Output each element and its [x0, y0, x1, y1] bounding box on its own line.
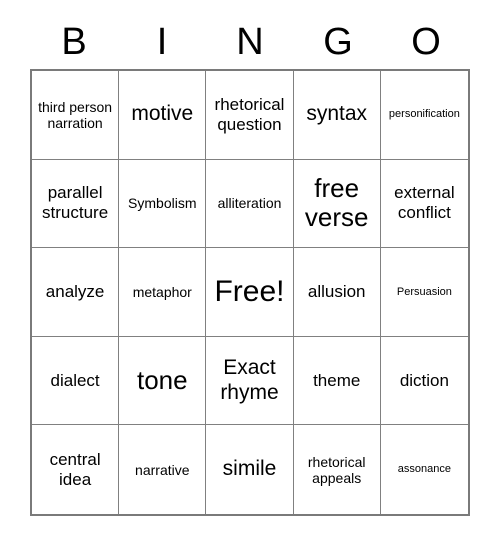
- bingo-cell[interactable]: third person narration: [32, 71, 120, 160]
- bingo-cell[interactable]: syntax: [293, 71, 381, 160]
- bingo-cell-label: external conflict: [394, 183, 455, 223]
- bingo-cell-label: theme: [313, 370, 361, 390]
- bingo-cell-label: personification: [388, 108, 460, 121]
- bingo-cell-label: Persuasion: [396, 285, 452, 298]
- bingo-cell[interactable]: motive: [119, 71, 207, 160]
- bingo-card: B I N G O third person narration motive …: [0, 0, 500, 544]
- bingo-cell-label: analyze: [45, 281, 105, 301]
- bingo-cell[interactable]: diction: [380, 336, 468, 426]
- bingo-cell-label: rhetorical question: [214, 94, 285, 134]
- bingo-cell-label: Free!: [214, 275, 285, 309]
- bingo-cell[interactable]: personification: [380, 71, 468, 160]
- bingo-cell[interactable]: allusion: [293, 248, 381, 337]
- bingo-cell-label: simile: [222, 457, 277, 481]
- bingo-cell-label: assonance: [397, 463, 451, 476]
- bingo-cell-label: diction: [399, 370, 449, 390]
- bingo-grid: third person narration motive rhetorical…: [30, 69, 470, 516]
- header-letter-n: N: [236, 20, 264, 63]
- bingo-cell-label: free verse: [304, 172, 369, 233]
- bingo-cell[interactable]: analyze: [32, 248, 120, 337]
- bingo-cell[interactable]: narrative: [119, 425, 207, 514]
- bingo-cell[interactable]: dialect: [32, 336, 120, 426]
- header-letter-b: B: [61, 20, 87, 63]
- bingo-cell[interactable]: Exact rhyme: [206, 336, 294, 426]
- bingo-cell-free-space[interactable]: Free!: [206, 248, 294, 337]
- bingo-cell-label: third person narration: [38, 98, 113, 131]
- bingo-cell[interactable]: rhetorical appeals: [293, 425, 381, 514]
- bingo-cell-label: narrative: [135, 461, 190, 478]
- bingo-cell[interactable]: external conflict: [380, 159, 468, 249]
- bingo-cell[interactable]: central idea: [32, 425, 120, 514]
- bingo-cell-label: central idea: [49, 449, 101, 489]
- bingo-cell[interactable]: parallel structure: [32, 159, 120, 249]
- bingo-cell[interactable]: theme: [293, 336, 381, 426]
- bingo-cell[interactable]: Symbolism: [119, 159, 207, 249]
- header-letter-o: O: [411, 20, 441, 63]
- bingo-cell[interactable]: Persuasion: [380, 248, 468, 337]
- bingo-cell-label: allusion: [307, 281, 366, 301]
- bingo-cell[interactable]: assonance: [380, 425, 468, 514]
- bingo-cell-label: dialect: [50, 370, 100, 390]
- bingo-cell-label: alliteration: [217, 195, 282, 212]
- bingo-cell[interactable]: tone: [119, 336, 207, 426]
- bingo-cell-label: rhetorical appeals: [307, 453, 366, 486]
- bingo-cell[interactable]: free verse: [293, 159, 381, 249]
- header-letter-g: G: [323, 20, 353, 63]
- bingo-cell-label: Symbolism: [128, 195, 197, 212]
- bingo-cell-label: tone: [136, 364, 188, 395]
- bingo-cell-label: metaphor: [132, 283, 192, 300]
- bingo-cell-label: parallel structure: [42, 183, 109, 223]
- bingo-cell[interactable]: rhetorical question: [206, 71, 294, 160]
- bingo-cell[interactable]: metaphor: [119, 248, 207, 337]
- bingo-cell-label: motive: [131, 102, 194, 126]
- bingo-header-row: B I N G O: [30, 14, 470, 69]
- bingo-cell-label: syntax: [306, 102, 368, 126]
- bingo-cell[interactable]: alliteration: [206, 159, 294, 249]
- bingo-cell-label: Exact rhyme: [220, 355, 279, 404]
- header-letter-i: I: [156, 20, 168, 63]
- bingo-cell[interactable]: simile: [206, 425, 294, 514]
